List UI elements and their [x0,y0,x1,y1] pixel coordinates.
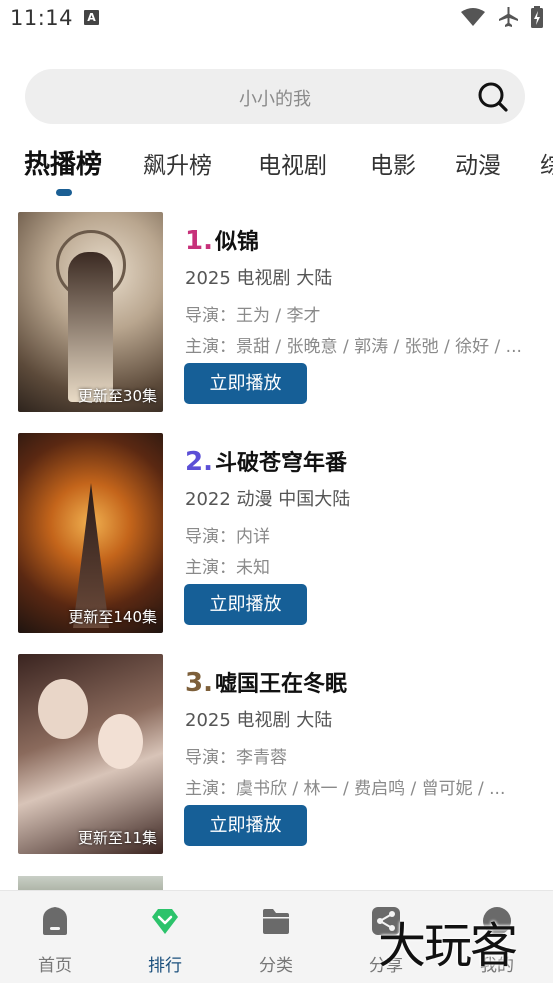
ranking-icon [152,909,178,934]
screen: 11:14 A 小小的我 热播榜 飙升榜 电视剧 电影 动漫 综 更新至30集 [0,0,553,983]
item-title[interactable]: 3.嘘国王在冬眠 [185,666,347,698]
item-director: 导演：李青蓉 [185,748,287,768]
status-time: 11:14 [10,6,74,30]
poster-image[interactable]: 更新至30集 [18,212,163,412]
list-item[interactable]: 更新至11集 3.嘘国王在冬眠 2025 电视剧 大陆 导演：李青蓉 主演：虞书… [0,654,553,854]
play-button[interactable]: 立即播放 [184,363,307,404]
tab-rising[interactable]: 飙升榜 [143,146,212,180]
status-bar: 11:14 A [0,0,553,40]
title-text: 斗破苍穹年番 [214,451,347,476]
title-text: 嘘国王在冬眠 [214,672,347,697]
nav-ranking[interactable]: 排行 [110,891,220,983]
item-meta: 2025 电视剧 大陆 [185,710,333,731]
nav-category[interactable]: 分类 [221,891,331,983]
tab-anime[interactable]: 动漫 [455,146,501,180]
tab-indicator [56,189,72,196]
search-text[interactable]: 小小的我 [25,85,525,111]
item-title[interactable]: 1.似锦 [185,224,259,256]
item-cast: 主演：景甜 / 张晚意 / 郭涛 / 张弛 / 徐好 / ... [185,337,522,357]
wifi-icon [461,8,485,26]
folder-icon [263,909,289,934]
rank-number: 3. [185,668,213,698]
poster-image[interactable]: 更新至140集 [18,433,163,633]
nav-label: 首页 [38,956,72,976]
rank-number: 2. [185,447,213,477]
notification-icon: A [84,10,99,25]
tab-tv-series[interactable]: 电视剧 [258,146,327,180]
item-meta: 2025 电视剧 大陆 [185,268,333,289]
tab-hot[interactable]: 热播榜 [24,144,102,181]
list-item[interactable]: 更新至30集 1.似锦 2025 电视剧 大陆 导演：王为 / 李才 主演：景甜… [0,212,553,412]
home-icon [43,907,67,935]
battery-icon [531,6,543,28]
nav-label: 分类 [259,956,293,976]
item-director: 导演：内详 [185,527,270,547]
search-bar[interactable]: 小小的我 [25,69,525,124]
category-tabs: 热播榜 飙升榜 电视剧 电影 动漫 综 [0,138,553,198]
watermark: 大玩客 [378,918,518,974]
airplane-icon [499,7,518,27]
episode-badge: 更新至140集 [68,608,157,626]
play-button[interactable]: 立即播放 [184,584,307,625]
tab-variety[interactable]: 综 [540,146,553,180]
rank-number: 1. [185,226,213,256]
item-title[interactable]: 2.斗破苍穹年番 [185,445,347,477]
tab-movie[interactable]: 电影 [370,146,416,180]
item-cast: 主演：未知 [185,558,270,578]
title-text: 似锦 [214,230,259,255]
episode-badge: 更新至11集 [77,829,157,847]
search-icon[interactable] [477,81,509,113]
poster-image[interactable]: 更新至11集 [18,654,163,854]
status-icons [461,6,543,28]
play-button[interactable]: 立即播放 [184,805,307,846]
episode-badge: 更新至30集 [77,387,157,405]
item-director: 导演：王为 / 李才 [185,306,321,326]
nav-home[interactable]: 首页 [0,891,110,983]
item-cast: 主演：虞书欣 / 林一 / 费启鸣 / 曾可妮 / ... [185,779,506,799]
item-meta: 2022 动漫 中国大陆 [185,489,351,510]
list-item[interactable]: 更新至140集 2.斗破苍穹年番 2022 动漫 中国大陆 导演：内详 主演：未… [0,433,553,633]
nav-label: 排行 [148,956,182,976]
